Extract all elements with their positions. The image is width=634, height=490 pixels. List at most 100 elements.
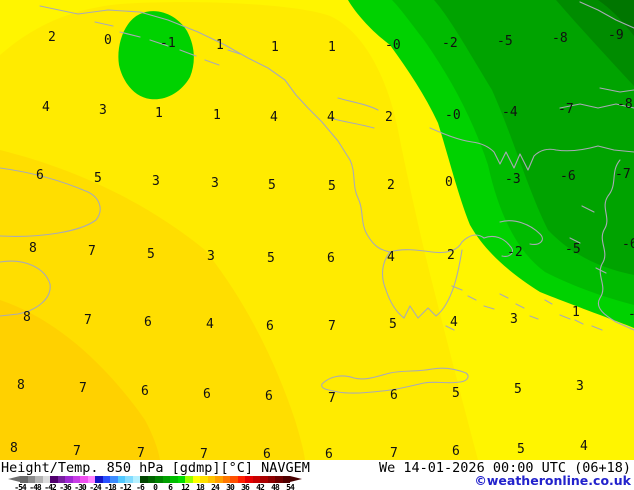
scale-color-cell [222, 476, 230, 483]
scale-color-cell [230, 476, 238, 483]
scale-color-cell [252, 476, 260, 483]
scale-color-cell [245, 476, 253, 483]
temp-label: 6 [203, 387, 211, 402]
temp-label: 5 [517, 442, 525, 457]
bottom-bar: Height/Temp. 850 hPa [gdmp][°C] NAVGEM W… [0, 460, 634, 490]
scale-tick: -6 [136, 483, 145, 490]
scale-tick: -18 [104, 483, 116, 490]
temp-label: -3 [505, 172, 521, 187]
scale-color-cell [267, 476, 275, 483]
scale-tick: 24 [211, 483, 220, 490]
map-area: 2 0 -1 1 1 1 -0 -2 -5 -8 -9 4 3 1 1 4 4 2 -0 -4 -7 -8 6 5 3 3 5 5 2 0… [0, 0, 634, 462]
scale-tick: -42 [44, 483, 56, 490]
scale-tick: -48 [29, 483, 41, 490]
temp-label: -8 [552, 31, 568, 46]
temp-label: - [628, 307, 634, 322]
temp-label: 4 [450, 315, 458, 330]
temp-label: 7 [200, 447, 208, 460]
scale-tick: -12 [119, 483, 131, 490]
scale-color-cell [102, 476, 110, 483]
temp-label: 3 [152, 174, 160, 189]
temp-label: 5 [94, 171, 102, 186]
scale-color-cell [95, 476, 103, 483]
scale-color-cell [275, 476, 283, 483]
temp-label: 8 [29, 241, 37, 256]
temp-label: 1 [155, 106, 163, 121]
product-title: Height/Temp. 850 hPa [gdmp][°C] NAVGEM [1, 460, 310, 476]
scale-color-cell [27, 476, 35, 483]
temp-label: 1 [572, 305, 580, 320]
temp-label: 7 [79, 381, 87, 396]
temp-label: -9 [608, 28, 624, 43]
temp-label: 5 [328, 179, 336, 194]
scale-color-cell [42, 476, 50, 483]
temp-label: 5 [268, 178, 276, 193]
temp-label: -2 [442, 36, 458, 51]
scale-tick: 48 [271, 483, 280, 490]
temp-label: 7 [390, 446, 398, 460]
temp-label: 3 [211, 176, 219, 191]
scale-color-cell [132, 476, 140, 483]
scale-tick: 54 [286, 483, 295, 490]
scale-color-cell [207, 476, 215, 483]
scale-color-cell [35, 476, 43, 483]
temp-label: 7 [88, 244, 96, 259]
scale-color-cell [72, 476, 80, 483]
scale-color-cell [65, 476, 73, 483]
temp-label: 6 [265, 389, 273, 404]
scale-color-cell [192, 476, 200, 483]
temp-label: -5 [565, 242, 581, 257]
scale-color-cell [237, 476, 245, 483]
scale-tick: 12 [181, 483, 190, 490]
temp-label: 2 [48, 30, 56, 45]
scale-color-cell [80, 476, 88, 483]
temp-label: 8 [23, 310, 31, 325]
temp-label: 4 [42, 100, 50, 115]
temp-label: 1 [216, 38, 224, 53]
temp-label: -0 [445, 108, 461, 123]
scale-color-cell [125, 476, 133, 483]
temp-label: 2 [387, 178, 395, 193]
scale-tick: 18 [196, 483, 205, 490]
scale-tick: 36 [241, 483, 250, 490]
scale-color-cell [215, 476, 223, 483]
temp-label: -7 [558, 102, 574, 117]
temp-label: 6 [390, 388, 398, 403]
temp-label: 5 [514, 382, 522, 397]
scale-color-cell [87, 476, 95, 483]
temp-label: 7 [73, 444, 81, 459]
scale-color-cell [200, 476, 208, 483]
temp-label: 4 [327, 110, 335, 125]
temp-label: 1 [328, 40, 336, 55]
temp-label: 6 [144, 315, 152, 330]
scale-tick: 0 [153, 483, 158, 490]
copyright-link[interactable]: ©weatheronline.co.uk [474, 473, 631, 488]
scale-tick: 6 [168, 483, 173, 490]
scale-color-cell [260, 476, 268, 483]
scale-tick: -24 [89, 483, 101, 490]
temp-label: -4 [502, 105, 518, 120]
temp-label: 2 [447, 248, 455, 263]
scale-tick: -54 [14, 483, 26, 490]
temp-label: 8 [10, 441, 18, 456]
scale-color-cell [57, 476, 65, 483]
temp-label: 6 [325, 447, 333, 460]
temp-label: -0 [385, 38, 401, 53]
temp-label: 8 [17, 378, 25, 393]
temp-label: -1 [160, 36, 176, 51]
temp-label: 5 [452, 386, 460, 401]
scale-color-cell [117, 476, 125, 483]
scale-color-cell [50, 476, 58, 483]
temp-label: 6 [327, 251, 335, 266]
temp-label: 3 [99, 103, 107, 118]
scale-color-cell [20, 476, 28, 483]
temp-label: 2 [385, 110, 393, 125]
temp-label: 4 [206, 317, 214, 332]
temp-label: 3 [207, 249, 215, 264]
scale-color-cell [140, 476, 148, 483]
temp-label: -7 [615, 167, 631, 182]
temp-label: 6 [36, 168, 44, 183]
scale-color-cell [185, 476, 193, 483]
temp-label: 4 [580, 439, 588, 454]
temp-label: 5 [389, 317, 397, 332]
